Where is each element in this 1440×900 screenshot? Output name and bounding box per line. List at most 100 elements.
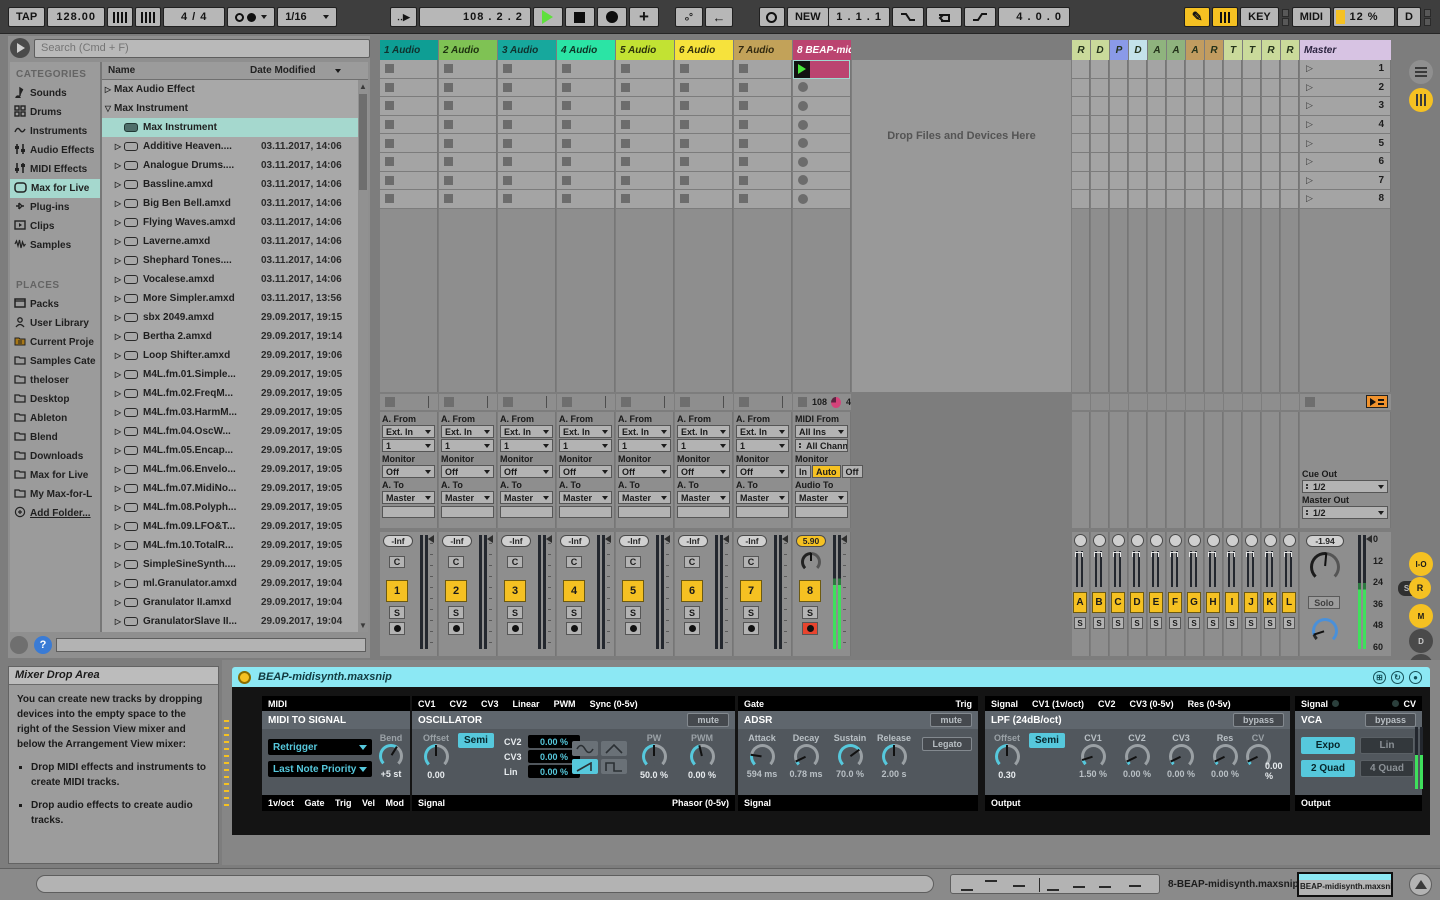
returns-toggle[interactable]: R — [1409, 577, 1431, 599]
return-track-header-1[interactable]: R — [1072, 40, 1090, 60]
sidebar-item-clips[interactable]: Clips — [10, 217, 100, 236]
volume-display[interactable]: -Inf — [560, 535, 590, 547]
clip-slot[interactable] — [380, 116, 437, 135]
pan-control[interactable]: C — [743, 556, 759, 568]
loop-button[interactable] — [926, 7, 962, 27]
fader-handle-icon[interactable] — [782, 535, 788, 543]
scene-row[interactable]: ▷2 — [1300, 79, 1390, 98]
return-track-header-9[interactable]: T — [1224, 40, 1242, 60]
expand-arrow-icon[interactable]: ▽ — [102, 104, 114, 113]
clip-slot[interactable] — [1281, 97, 1298, 116]
clip-slot[interactable] — [734, 116, 791, 135]
clip-slot[interactable] — [1262, 97, 1279, 116]
return-activator[interactable]: L — [1282, 592, 1296, 613]
sidebar-item-midi-effects[interactable]: MIDI Effects — [10, 160, 100, 179]
master-volume-knob[interactable] — [1310, 552, 1340, 582]
oscillator-mute-button[interactable]: mute — [687, 713, 729, 727]
sidebar-item-samples[interactable]: Samples — [10, 236, 100, 255]
vca-bypass-button[interactable]: bypass — [1365, 713, 1416, 727]
return-track-header-6[interactable]: A — [1167, 40, 1185, 60]
clip-slot[interactable] — [734, 153, 791, 172]
clip-slot[interactable] — [1262, 79, 1279, 98]
track-activator[interactable]: 8 — [799, 580, 821, 602]
scroll-up-icon[interactable]: ▲ — [358, 82, 368, 91]
volume-display[interactable]: -Inf — [619, 535, 649, 547]
browser-list-item[interactable]: ▷M4L.fm.07.MidiNo...29.09.2017, 19:05 — [102, 479, 358, 498]
clip-slot[interactable] — [380, 97, 437, 116]
track-delay-toggle[interactable]: D — [1409, 629, 1433, 653]
stop-clip-cell-1[interactable] — [380, 394, 438, 410]
clip-slot[interactable] — [1281, 79, 1298, 98]
clip-slot[interactable] — [1205, 79, 1222, 98]
browser-list-item[interactable]: ▷M4L.fm.06.Envelo...29.09.2017, 19:05 — [102, 460, 358, 479]
punch-in-button[interactable] — [892, 7, 924, 27]
disk-overload-indicator[interactable]: D — [1397, 7, 1421, 27]
monitor-select[interactable]: Off — [736, 465, 789, 478]
clip-slot[interactable] — [1091, 79, 1108, 98]
cue-volume-knob[interactable] — [1312, 618, 1338, 644]
browser-list-item[interactable]: ▷M4L.fm.05.Encap...29.09.2017, 19:05 — [102, 441, 358, 460]
browser-list-item[interactable]: ▷M4L.fm.08.Polyph...29.09.2017, 19:05 — [102, 498, 358, 517]
arm-button[interactable] — [743, 622, 759, 635]
fader-handle-icon[interactable] — [428, 535, 434, 543]
arrangement-position-display[interactable]: 108 . 2 . 2 — [419, 7, 531, 27]
loop-length-display[interactable]: 4 . 0 . 0 — [998, 7, 1070, 27]
expand-arrow-icon[interactable]: ▷ — [112, 256, 124, 265]
fader-handle-icon[interactable] — [723, 535, 729, 543]
clip-slot[interactable] — [616, 172, 673, 191]
overview-toggle-button[interactable] — [1409, 60, 1433, 84]
clip-slot[interactable] — [734, 172, 791, 191]
clip-slot[interactable] — [675, 79, 732, 98]
clip-slot[interactable] — [1129, 190, 1146, 209]
sidebar-place-my-max-for-l[interactable]: My Max-for-L — [10, 485, 100, 504]
back-to-arrangement-button[interactable] — [1366, 395, 1388, 408]
track-header-7[interactable]: 7 Audio — [734, 40, 792, 60]
return-track-header-3[interactable]: P — [1110, 40, 1128, 60]
browser-list-item[interactable]: ▷M4L.fm.09.LFO&T...29.09.2017, 19:05 — [102, 517, 358, 536]
input-type-select[interactable]: Ext. In — [500, 425, 553, 438]
return-activator[interactable]: G — [1187, 592, 1201, 613]
pw-knob[interactable] — [642, 744, 667, 769]
saw-wave-button[interactable] — [572, 759, 598, 774]
clip-slot[interactable] — [380, 134, 437, 153]
stop-clip-cell-7[interactable] — [734, 394, 792, 410]
fader-handle-icon[interactable] — [546, 535, 552, 543]
clip-slot[interactable] — [616, 134, 673, 153]
browser-preview-button[interactable] — [10, 38, 30, 58]
monitor-select[interactable]: Off — [382, 465, 435, 478]
expand-arrow-icon[interactable]: ▷ — [112, 427, 124, 436]
clip-slot[interactable] — [1072, 97, 1089, 116]
return-solo-button[interactable]: S — [1283, 617, 1295, 629]
re-enable-automation-button[interactable] — [759, 7, 785, 27]
retrigger-dropdown[interactable]: Retrigger — [268, 739, 372, 755]
return-solo-button[interactable]: S — [1131, 617, 1143, 629]
tempo-display[interactable]: 128.00 — [47, 7, 105, 27]
attack-knob[interactable] — [750, 744, 775, 769]
session-record-button[interactable]: + — [629, 7, 659, 27]
return-activator[interactable]: H — [1206, 592, 1220, 613]
monitor-select[interactable]: Off — [559, 465, 612, 478]
return-track-header-12[interactable]: R — [1281, 40, 1299, 60]
return-track-header-2[interactable]: D — [1091, 40, 1109, 60]
input-type-select[interactable]: Ext. In — [736, 425, 789, 438]
arm-button[interactable] — [802, 622, 818, 635]
sidebar-item-plug-ins[interactable]: Plug-ins — [10, 198, 100, 217]
midi-keyboard-range-display[interactable] — [950, 874, 1160, 894]
nudge-up-button[interactable] — [135, 7, 161, 27]
output-select[interactable]: Master — [618, 491, 671, 504]
clip-slot[interactable] — [1072, 153, 1089, 172]
browser-list-item[interactable]: ▷Flying Waves.amxd03.11.2017, 14:06 — [102, 213, 358, 232]
lpf-semi-button[interactable]: Semi — [1029, 733, 1065, 748]
clip-slot[interactable] — [1148, 97, 1165, 116]
clip-slot[interactable] — [675, 60, 732, 79]
browser-list-item[interactable]: ▽Max Instrument — [102, 99, 358, 118]
clip-slot[interactable] — [439, 172, 496, 191]
play-button[interactable] — [533, 7, 563, 27]
adsr-mute-button[interactable]: mute — [930, 713, 972, 727]
return-fader[interactable] — [1094, 551, 1104, 587]
time-signature-display[interactable]: 4 / 4 — [163, 7, 225, 27]
return-fader[interactable] — [1113, 551, 1123, 587]
clip-slot[interactable] — [380, 79, 437, 98]
clip-slot[interactable] — [557, 134, 614, 153]
clip-slot[interactable] — [1091, 172, 1108, 191]
